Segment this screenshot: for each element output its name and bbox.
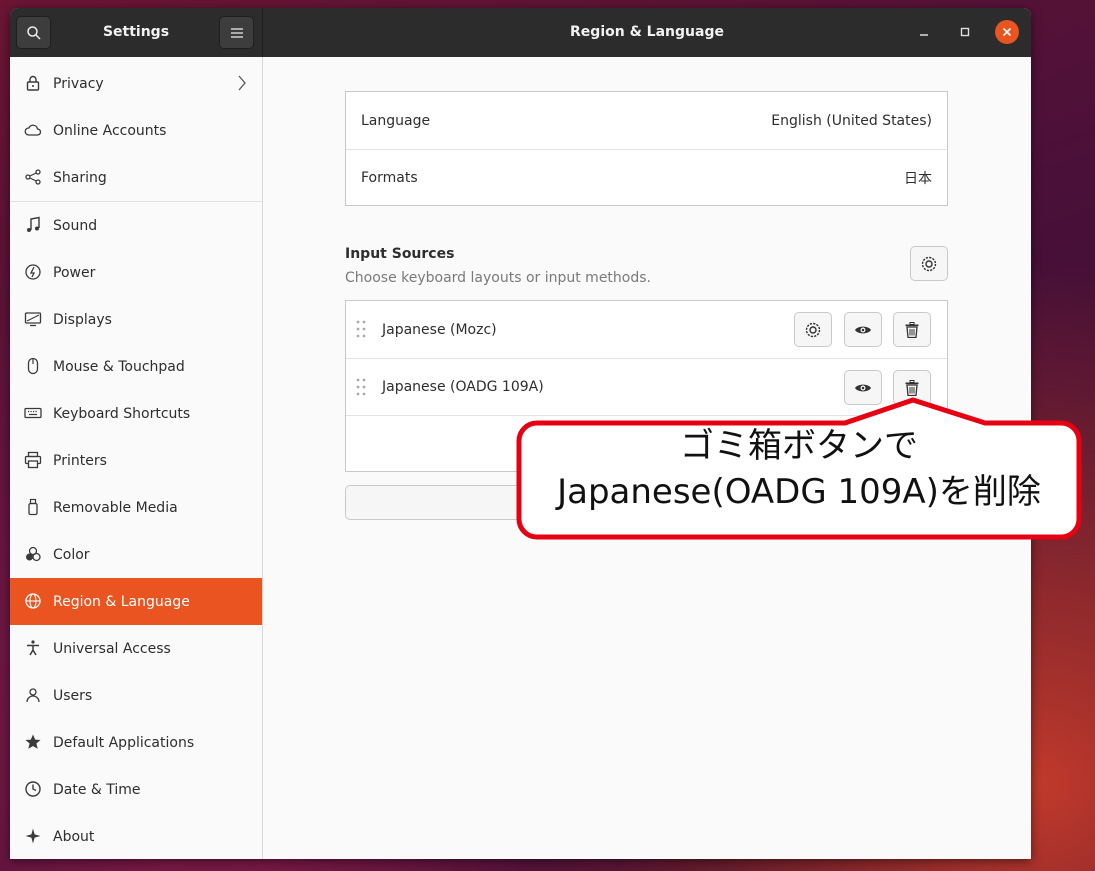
maximize-button[interactable] xyxy=(953,20,977,44)
input-sources-options-button[interactable] xyxy=(910,246,948,281)
trash-icon xyxy=(905,321,919,338)
input-source-preview-button[interactable] xyxy=(844,312,882,347)
input-source-label: Japanese (OADG 109A) xyxy=(382,379,544,395)
sidebar-item-label: Default Applications xyxy=(53,734,195,751)
sidebar-item-label: Online Accounts xyxy=(53,122,167,139)
star-icon xyxy=(25,734,41,749)
region-panel: Language English (United States) Formats… xyxy=(345,91,948,206)
chevron-right-icon xyxy=(238,75,246,91)
eye-icon xyxy=(855,326,871,333)
sidebar-item-label: Color xyxy=(53,546,90,563)
sidebar-item-label: Displays xyxy=(53,311,112,328)
sidebar-item-sharing[interactable]: Sharing xyxy=(10,154,262,201)
sidebar-item-region-language[interactable]: Region & Language xyxy=(10,578,262,625)
drag-handle-icon[interactable] xyxy=(356,378,366,396)
sidebar-item-date-time[interactable]: Date & Time xyxy=(10,766,262,813)
input-sources-title: Input Sources xyxy=(345,246,455,262)
sidebar-item-label: Mouse & Touchpad xyxy=(53,358,185,375)
maximize-icon xyxy=(960,27,970,37)
sidebar-item-label: Users xyxy=(53,687,93,704)
callout-line-1: ゴミ箱ボタンで xyxy=(680,426,918,466)
callout-line-2: Japanese(OADG 109A)を削除 xyxy=(557,472,1041,512)
annotation-callout: ゴミ箱ボタンで Japanese(OADG 109A)を削除 xyxy=(515,395,1083,542)
sidebar-item-removable-media[interactable]: Removable Media xyxy=(10,484,262,531)
callout-text: ゴミ箱ボタンで Japanese(OADG 109A)を削除 xyxy=(515,423,1083,515)
language-value: English (United States) xyxy=(771,112,932,129)
sidebar-item-keyboard-shortcuts[interactable]: Keyboard Shortcuts xyxy=(10,390,262,437)
sidebar-item-label: Keyboard Shortcuts xyxy=(53,405,191,422)
sidebar-item-label: Universal Access xyxy=(53,640,171,657)
sidebar-item-about[interactable]: About xyxy=(10,813,262,859)
gear-icon xyxy=(921,256,937,271)
sidebar-item-mouse-touchpad[interactable]: Mouse & Touchpad xyxy=(10,343,262,390)
gear-icon xyxy=(805,322,821,337)
close-icon xyxy=(1002,27,1012,37)
list-item[interactable]: Japanese (Mozc) xyxy=(346,301,947,358)
drag-handle-icon[interactable] xyxy=(356,320,366,338)
mouse-icon xyxy=(27,357,39,375)
music-note-icon xyxy=(27,216,40,232)
input-source-settings-button[interactable] xyxy=(794,312,832,347)
clock-icon xyxy=(25,781,41,797)
sidebar-item-default-applications[interactable]: Default Applications xyxy=(10,719,262,766)
sidebar-item-displays[interactable]: Displays xyxy=(10,296,262,343)
sidebar-item-label: Power xyxy=(53,264,96,281)
power-icon xyxy=(25,264,41,280)
usb-icon xyxy=(28,498,38,516)
sidebar-item-label: Printers xyxy=(53,452,107,469)
sidebar: Privacy Online Accounts Sharing Sound Po… xyxy=(10,57,263,859)
sidebar-item-color[interactable]: Color xyxy=(10,531,262,578)
formats-row[interactable]: Formats 日本 xyxy=(346,149,947,206)
sidebar-item-users[interactable]: Users xyxy=(10,672,262,719)
cloud-icon xyxy=(24,124,42,136)
close-button[interactable] xyxy=(995,20,1019,44)
menu-button[interactable] xyxy=(219,16,254,49)
sidebar-item-label: Region & Language xyxy=(53,593,190,610)
hamburger-icon xyxy=(230,27,243,38)
display-icon xyxy=(24,312,42,327)
sidebar-item-printers[interactable]: Printers xyxy=(10,437,262,484)
formats-label: Formats xyxy=(361,170,418,186)
sidebar-item-sound[interactable]: Sound xyxy=(10,202,262,249)
sidebar-header: Settings xyxy=(10,8,263,57)
minimize-button[interactable] xyxy=(912,20,936,44)
minimize-icon xyxy=(920,34,928,36)
eye-icon xyxy=(855,384,871,391)
keyboard-icon xyxy=(24,407,42,419)
users-icon xyxy=(26,688,40,703)
sidebar-item-label: Date & Time xyxy=(53,781,141,798)
globe-icon xyxy=(25,593,41,609)
sidebar-item-label: Sound xyxy=(53,217,98,234)
share-icon xyxy=(25,169,41,185)
sidebar-item-privacy[interactable]: Privacy xyxy=(10,60,262,107)
input-source-label: Japanese (Mozc) xyxy=(382,321,497,338)
sparkle-icon xyxy=(25,828,41,844)
sidebar-item-label: About xyxy=(53,828,95,845)
sidebar-item-universal-access[interactable]: Universal Access xyxy=(10,625,262,672)
sidebar-item-label: Removable Media xyxy=(53,499,178,516)
input-sources-subtitle: Choose keyboard layouts or input methods… xyxy=(345,270,651,286)
color-icon xyxy=(26,546,41,562)
accessibility-icon xyxy=(27,640,39,656)
printer-icon xyxy=(24,451,42,469)
input-source-remove-button[interactable] xyxy=(893,312,931,347)
trash-icon xyxy=(905,379,919,396)
language-row[interactable]: Language English (United States) xyxy=(346,92,947,149)
sidebar-item-label: Privacy xyxy=(53,75,104,92)
sidebar-item-label: Sharing xyxy=(53,169,107,186)
sidebar-item-online-accounts[interactable]: Online Accounts xyxy=(10,107,262,154)
language-label: Language xyxy=(361,112,431,129)
titlebar: Settings Region & Language xyxy=(10,8,1031,57)
formats-value: 日本 xyxy=(904,171,932,187)
sidebar-item-power[interactable]: Power xyxy=(10,249,262,296)
lock-icon xyxy=(26,75,40,91)
